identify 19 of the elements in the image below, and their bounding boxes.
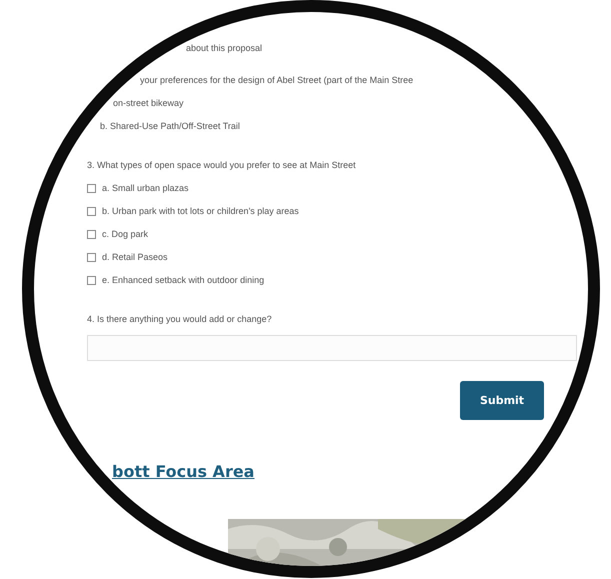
option-label: b. Shared-Use Path/Off-Street Trail (100, 120, 240, 132)
checkbox[interactable] (87, 206, 96, 216)
checkbox[interactable] (87, 276, 96, 284)
checkbox[interactable] (87, 184, 96, 192)
section-link[interactable]: bott Focus Area (112, 462, 254, 481)
question-text: 3. What types of open space would you prefer to see at Main Street (87, 159, 356, 171)
question-text: 4. Is there anything you would add or change? (87, 313, 272, 325)
answer-field[interactable] (87, 335, 577, 361)
option-label: a. Small urban plazas (102, 182, 189, 194)
question-text: your preferences for the design of Abel Street (part of the Main Stree (140, 74, 414, 86)
option-label: e. Enhanced setback with outdoor dining (102, 274, 264, 286)
option-label: on-street bikeway (113, 97, 184, 109)
option-label: b. Urban park with tot lots or children's play areas (102, 205, 299, 217)
checkbox[interactable] (87, 230, 96, 238)
submit-button[interactable]: Submit (460, 381, 544, 420)
checkbox[interactable] (87, 252, 96, 262)
option-label: d. Retail Paseos (102, 251, 168, 263)
option-label: c. Dog park (102, 228, 148, 240)
intro-text: about this proposal (186, 42, 262, 54)
